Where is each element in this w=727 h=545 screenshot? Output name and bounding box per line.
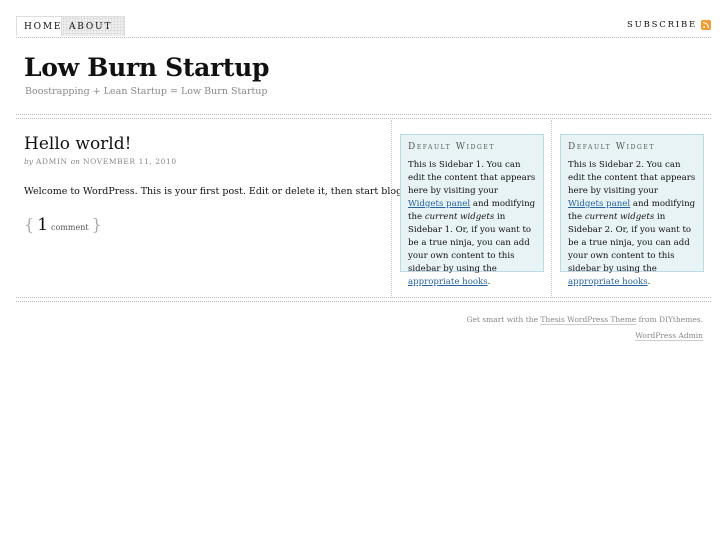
sidebar-divider (551, 120, 552, 298)
widget-text-part: This is Sidebar 2. You can edit the cont… (568, 160, 696, 196)
tab-home[interactable]: Home (16, 16, 61, 36)
tab-about[interactable]: About (61, 16, 125, 36)
widget-text: This is Sidebar 2. You can edit the cont… (568, 159, 696, 289)
site-title[interactable]: Low Burn Startup (24, 53, 270, 82)
widget-title: Default Widget (568, 142, 655, 152)
sidebar-2-widget: Default Widget This is Sidebar 2. You ca… (560, 134, 704, 287)
widget-title: Default Widget (408, 142, 495, 152)
content-sidebar-divider (391, 120, 392, 298)
post-byline: by admin on November 11, 2010 (24, 157, 177, 166)
thesis-theme-link[interactable]: Thesis WordPress Theme (540, 315, 637, 325)
widgets-panel-link[interactable]: Widgets panel (408, 199, 470, 209)
current-widgets-emphasis: current widgets (424, 212, 495, 222)
post-title[interactable]: Hello world! (24, 134, 131, 154)
byline-by: by (24, 157, 34, 166)
footer-text: from DIYthemes. (636, 315, 703, 324)
post-author-link[interactable]: admin (36, 157, 68, 166)
widgets-panel-link[interactable]: Widgets panel (568, 199, 630, 209)
widget-text-part: This is Sidebar 1. You can edit the cont… (408, 160, 536, 196)
sidebar-1-widget: Default Widget This is Sidebar 1. You ca… (400, 134, 544, 287)
subscribe-label: Subscribe (627, 20, 697, 30)
post-body: Welcome to WordPress. This is your first… (24, 186, 428, 197)
footer-text: Get smart with the (466, 315, 541, 324)
post-date: November 11, 2010 (83, 157, 177, 166)
rss-icon (701, 20, 711, 30)
appropriate-hooks-link[interactable]: appropriate hooks (568, 277, 648, 287)
widget-text-part: . (487, 277, 491, 287)
byline-on: on (70, 157, 81, 166)
current-widgets-emphasis: current widgets (584, 212, 655, 222)
comment-brace-open: { (24, 215, 35, 234)
wordpress-admin-link[interactable]: WordPress Admin (635, 331, 703, 341)
nav-divider (16, 37, 711, 38)
subscribe-link[interactable]: Subscribe (627, 20, 711, 30)
footer: Get smart with the Thesis WordPress Them… (466, 312, 703, 344)
header-divider (16, 114, 711, 119)
footer-credit: Get smart with the Thesis WordPress Them… (466, 312, 703, 328)
top-nav: Home About Subscribe (16, 16, 711, 38)
widget-text-part: . (647, 277, 651, 287)
widget-text: This is Sidebar 1. You can edit the cont… (408, 159, 536, 289)
comment-brace-close: } (91, 215, 102, 234)
comments-link[interactable]: { 1 comment } (24, 215, 102, 235)
comment-count: 1 (37, 215, 49, 235)
appropriate-hooks-link[interactable]: appropriate hooks (408, 277, 488, 287)
footer-divider (16, 297, 711, 302)
site-tagline: Boostrapping + Lean Startup = Low Burn S… (25, 86, 268, 97)
comment-label: comment (51, 223, 89, 232)
